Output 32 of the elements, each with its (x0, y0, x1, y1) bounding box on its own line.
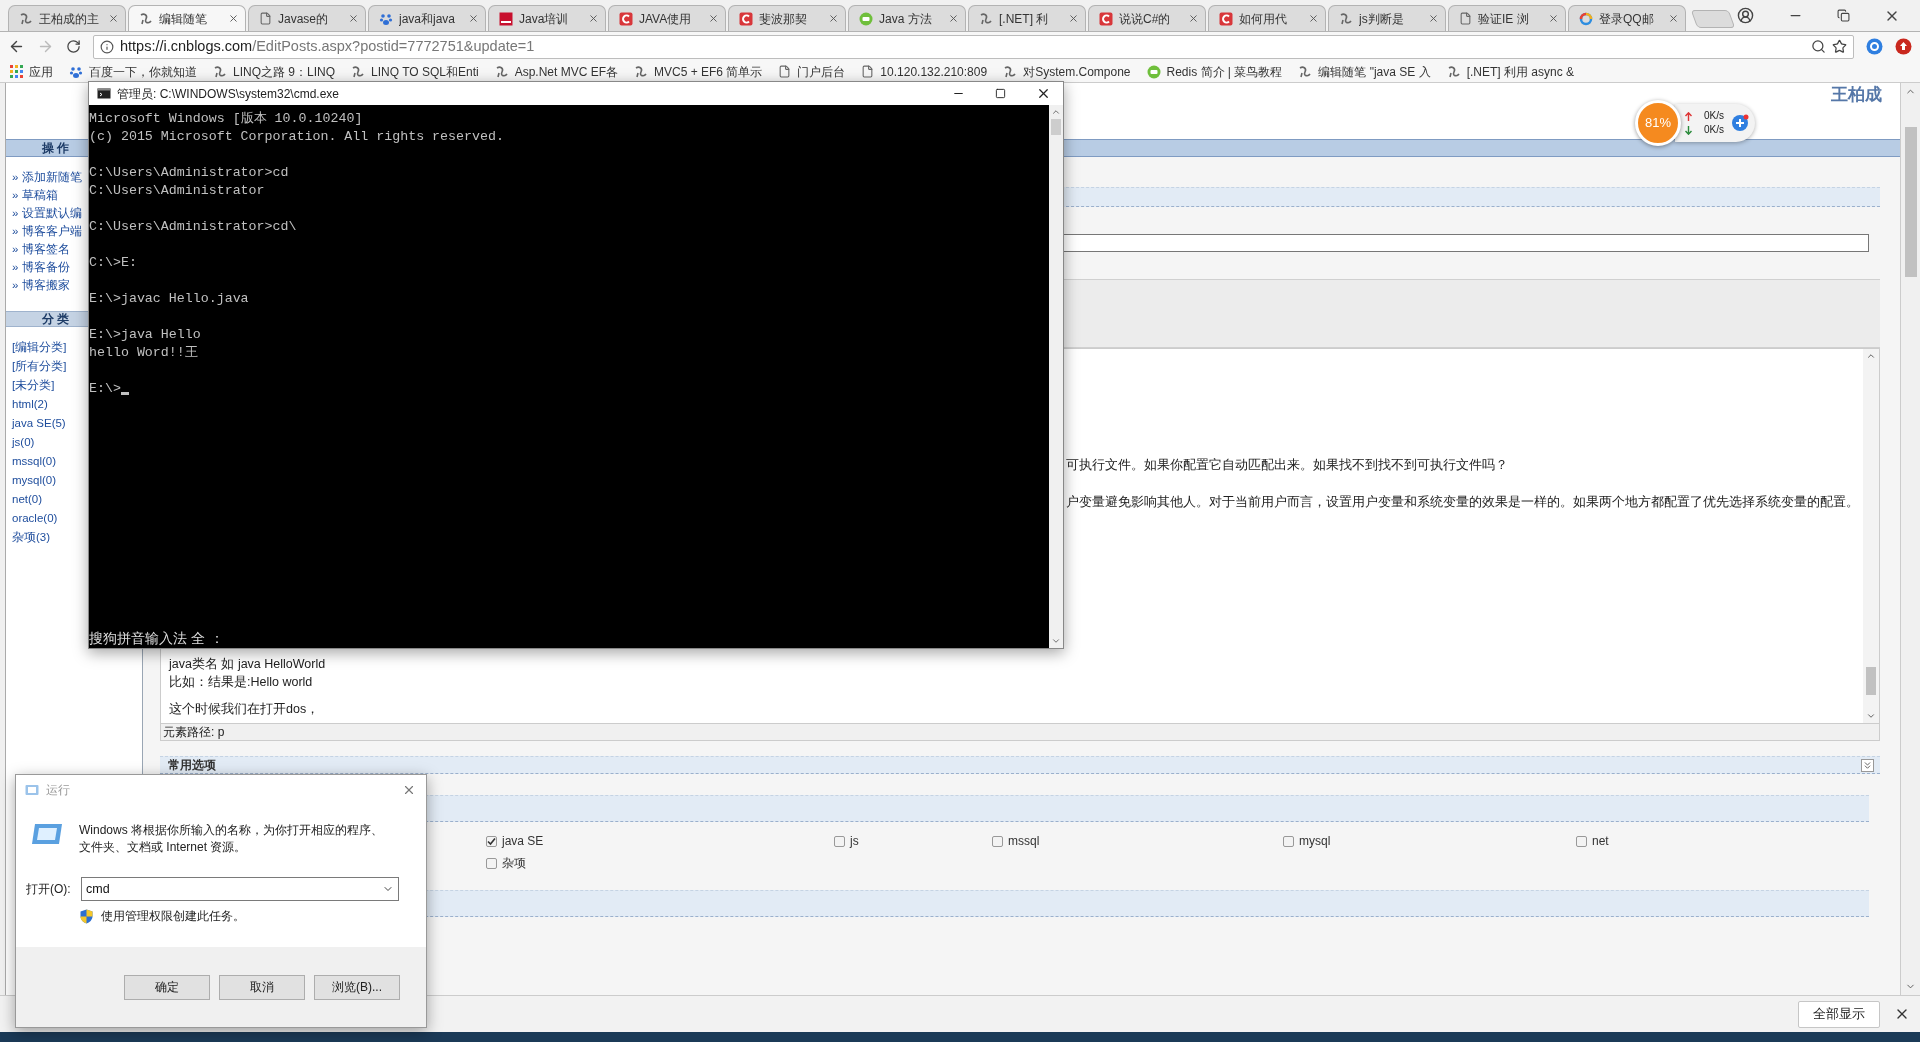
console-line: C:\>E: (89, 254, 138, 272)
checkbox-label: mssql (1008, 833, 1040, 850)
console-line: C:\Users\Administrator>cd\ (89, 218, 298, 236)
download-speed: 0K/s (1704, 123, 1724, 137)
dialog-message: Windows 将根据你所输入的名称，为你打开相应的程序、文件夹、文档或 Internet 资源。 (79, 822, 384, 856)
checkbox-label: 杂项 (502, 855, 526, 872)
editor-text: 可执行文件。如果你配置它自动匹配出来。如果找不到找不到可执行文件吗？ (1066, 457, 1509, 473)
element-path: 元素路径: p (160, 724, 1880, 741)
console-line: E:\>java Hello (89, 326, 202, 344)
editor-text: 这个时候我们在打开dos， (169, 701, 321, 717)
console-line: C:\Users\Administrator>cd (89, 164, 290, 182)
checkbox-label: net (1592, 833, 1609, 850)
console-line: Microsoft Windows [版本 10.0.10240] (89, 110, 364, 128)
author-name: 王柏成 (1831, 84, 1882, 106)
checkbox-label: mysql (1299, 833, 1331, 850)
ime-status: 搜狗拼音输入法 全 ： (89, 629, 224, 647)
editor-text: 比如：结果是:Hello world (169, 674, 314, 690)
console-line: C:\Users\Administrator (89, 182, 266, 200)
editor-text: java类名 如 java HelloWorld (169, 656, 327, 672)
console-line: hello Word!!王 (89, 344, 199, 362)
editor-text: 户变量避免影响其他人。对于当前用户而言，设置用户变量和系统变量的效果是一样的。如果两个地方都配置了优先选择系统变量的配置。 (1066, 494, 1860, 510)
admin-note: 使用管理权限创建此任务。 (101, 908, 245, 925)
window-title: 管理员: C:\WINDOWS\system32\cmd.exe (117, 85, 340, 103)
checkbox-label: java SE (502, 833, 544, 850)
console-prompt: E:\> (89, 380, 121, 398)
console-line: E:\>javac Hello.java (89, 290, 250, 308)
open-label: 打开(O): (26, 881, 72, 898)
checkbox-label: js (850, 833, 859, 850)
dialog-title: 运行 (46, 782, 70, 799)
upload-speed: 0K/s (1704, 109, 1724, 123)
url-text: https://i.cnblogs.com/EditPosts.aspx?postid=7772751&update=1 (120, 36, 535, 56)
section-title: 常用选项 (168, 757, 216, 774)
